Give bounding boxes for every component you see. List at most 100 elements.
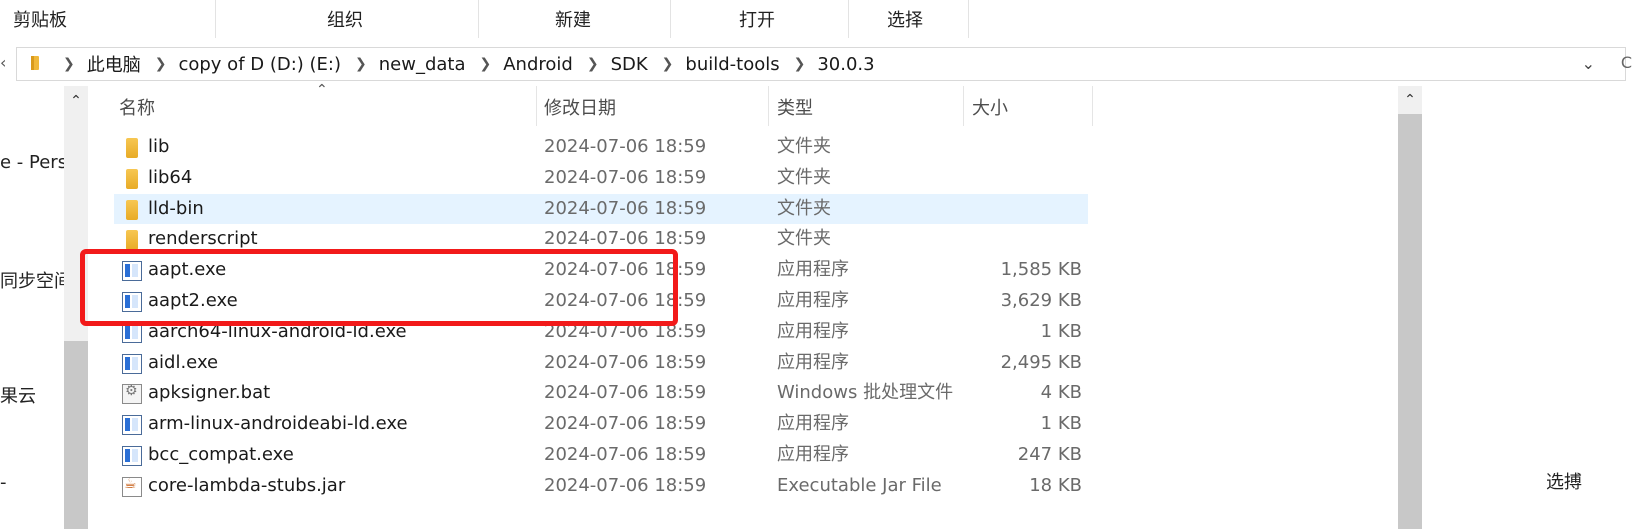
file-row[interactable]: aarch64-linux-android-ld.exe 2024-07-06 … — [114, 317, 1088, 348]
exe-icon — [122, 291, 142, 312]
file-date: 2024-07-06 18:59 — [544, 382, 707, 404]
jar-icon — [122, 476, 142, 497]
file-row[interactable]: bcc_compat.exe 2024-07-06 18:59 应用程序 247… — [114, 440, 1088, 471]
file-date: 2024-07-06 18:59 — [544, 351, 707, 373]
breadcrumb-separator-icon: ❯ — [63, 56, 75, 72]
breadcrumb-item[interactable]: build-tools — [685, 54, 779, 75]
ribbon: 剪贴板 组织 新建 打开 选择 — [0, 0, 1632, 42]
file-size: 1 KB — [1040, 413, 1082, 435]
file-name: core-lambda-stubs.jar — [148, 474, 346, 496]
file-date: 2024-07-06 18:59 — [544, 197, 707, 219]
address-bar-row: ‹ ❯ 此电脑 ❯ copy of D (D:) (E:) ❯ new_data… — [0, 45, 1632, 83]
file-type: 应用程序 — [777, 320, 849, 342]
column-header-type[interactable]: 类型 — [777, 94, 813, 124]
file-row[interactable]: arm-linux-androideabi-ld.exe 2024-07-06 … — [114, 409, 1088, 440]
file-row[interactable]: aapt.exe 2024-07-06 18:59 应用程序 1,585 KB — [114, 255, 1088, 286]
folder-icon — [31, 56, 39, 70]
file-name: renderscript — [148, 228, 258, 250]
file-date: 2024-07-06 18:59 — [544, 259, 707, 281]
back-arrow-icon[interactable]: ‹ — [0, 53, 6, 72]
ribbon-group-clipboard[interactable]: 剪贴板 — [0, 0, 80, 42]
file-name: lib — [148, 136, 170, 157]
ribbon-separator — [670, 0, 671, 38]
ribbon-group-organize[interactable]: 组织 — [300, 0, 390, 42]
file-size: 4 KB — [1040, 382, 1082, 404]
breadcrumb-separator-icon[interactable]: ❯ — [587, 56, 599, 72]
breadcrumb-separator-icon[interactable]: ❯ — [480, 56, 492, 72]
ribbon-separator — [478, 0, 479, 38]
breadcrumb-item[interactable]: copy of D (D:) (E:) — [178, 54, 341, 75]
breadcrumb-item[interactable]: SDK — [611, 54, 648, 75]
file-row[interactable]: aapt2.exe 2024-07-06 18:59 应用程序 3,629 KB — [114, 286, 1088, 317]
file-type: 文件夹 — [777, 197, 831, 219]
sort-ascending-icon: ⌃ — [316, 82, 328, 98]
file-date: 2024-07-06 18:59 — [544, 289, 707, 311]
file-row[interactable]: lib64 2024-07-06 18:59 文件夹 — [114, 163, 1088, 194]
ribbon-group-select[interactable]: 选择 — [860, 0, 950, 42]
address-bar[interactable]: ❯ 此电脑 ❯ copy of D (D:) (E:) ❯ new_data ❯… — [16, 47, 1626, 81]
file-row[interactable]: lib 2024-07-06 18:59 文件夹 — [114, 132, 1088, 163]
breadcrumb-item[interactable]: 30.0.3 — [817, 54, 874, 75]
exe-icon — [122, 261, 142, 282]
breadcrumb-separator-icon[interactable]: ❯ — [794, 56, 806, 72]
ribbon-group-new[interactable]: 新建 — [528, 0, 618, 42]
file-date: 2024-07-06 18:59 — [544, 228, 707, 250]
file-type: 文件夹 — [777, 166, 831, 188]
file-name: bcc_compat.exe — [148, 443, 294, 465]
breadcrumb-separator-icon[interactable]: ❯ — [355, 56, 367, 72]
folder-icon — [126, 199, 138, 220]
file-date: 2024-07-06 18:59 — [544, 443, 707, 465]
column-header-size[interactable]: 大小 — [972, 94, 1008, 124]
file-type: 应用程序 — [777, 443, 849, 465]
scrollbar-thumb[interactable] — [1398, 114, 1422, 529]
ribbon-group-open[interactable]: 打开 — [712, 0, 802, 42]
refresh-button[interactable]: C — [1621, 53, 1632, 72]
file-date: 2024-07-06 18:59 — [544, 474, 707, 496]
folder-icon — [126, 138, 138, 158]
nav-item-jianguoyun[interactable]: 果云 — [0, 382, 36, 408]
file-size: 1 KB — [1040, 320, 1082, 342]
file-name: aidl.exe — [148, 351, 219, 373]
file-size: 247 KB — [1017, 443, 1082, 465]
ribbon-separator — [215, 0, 216, 38]
file-list-scrollbar[interactable]: ⌃ — [1398, 86, 1422, 529]
file-list: ⌃ 名称 修改日期 类型 大小 lib 2024-07-06 18:59 文件夹… — [90, 82, 1396, 529]
breadcrumb-separator-icon[interactable]: ❯ — [662, 56, 674, 72]
breadcrumb-item[interactable]: new_data — [379, 54, 466, 75]
file-row-selected[interactable]: lld-bin 2024-07-06 18:59 文件夹 — [114, 193, 1088, 225]
file-type: Windows 批处理文件 — [777, 382, 954, 404]
column-header-name[interactable]: 名称 — [119, 94, 155, 124]
column-divider[interactable] — [768, 86, 769, 126]
breadcrumb-item[interactable]: 此电脑 — [87, 51, 141, 77]
exe-icon — [122, 445, 142, 466]
scrollbar-thumb[interactable] — [64, 341, 88, 529]
ribbon-separator — [968, 0, 969, 38]
file-row[interactable]: core-lambda-stubs.jar 2024-07-06 18:59 E… — [114, 471, 1088, 502]
breadcrumb-item[interactable]: Android — [503, 54, 573, 75]
column-divider[interactable] — [963, 86, 964, 126]
scroll-up-icon[interactable]: ⌃ — [64, 86, 88, 116]
chevron-down-icon[interactable]: ⌄ — [1582, 54, 1595, 73]
file-row[interactable]: apksigner.bat 2024-07-06 18:59 Windows 批… — [114, 378, 1088, 409]
exe-icon — [122, 353, 142, 374]
column-header-date[interactable]: 修改日期 — [544, 94, 616, 124]
breadcrumb-separator-icon[interactable]: ❯ — [155, 56, 167, 72]
file-name: aapt2.exe — [148, 289, 238, 311]
nav-item-sync-space[interactable]: 同步空间 — [0, 267, 72, 293]
scroll-up-icon[interactable]: ⌃ — [1398, 86, 1422, 114]
file-type: Executable Jar File — [777, 474, 942, 496]
file-type: 文件夹 — [777, 136, 831, 157]
nav-scrollbar[interactable]: ⌃ — [64, 86, 88, 529]
column-divider[interactable] — [1092, 86, 1093, 126]
file-type: 应用程序 — [777, 259, 849, 281]
exe-icon — [122, 322, 142, 343]
folder-icon — [126, 168, 138, 189]
file-row[interactable]: renderscript 2024-07-06 18:59 文件夹 — [114, 224, 1088, 255]
file-type: 应用程序 — [777, 413, 849, 435]
nav-item-more[interactable]: - — [0, 472, 7, 493]
file-rows: lib 2024-07-06 18:59 文件夹 lib64 2024-07-0… — [114, 132, 1088, 502]
file-row[interactable]: aidl.exe 2024-07-06 18:59 应用程序 2,495 KB — [114, 348, 1088, 379]
column-divider[interactable] — [536, 86, 537, 126]
file-type: 文件夹 — [777, 228, 831, 250]
file-size: 3,629 KB — [1000, 289, 1082, 311]
